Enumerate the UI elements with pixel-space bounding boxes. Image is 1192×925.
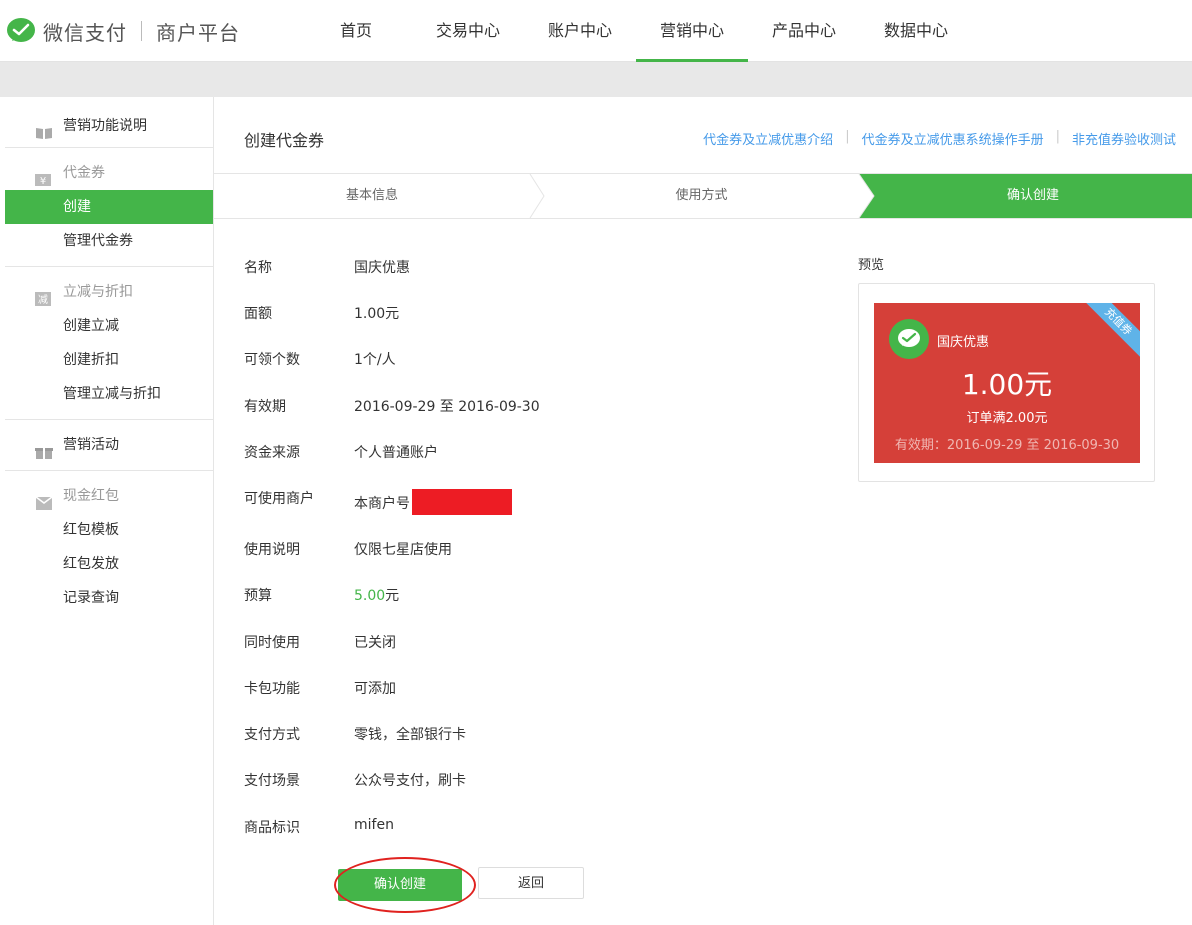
sidebar-item-manage-voucher[interactable]: 管理代金券 — [5, 224, 213, 258]
recharge-ribbon: 充值券 — [1076, 303, 1140, 364]
field-card-package: 卡包功能 可添加 — [244, 681, 396, 697]
field-instructions: 使用说明 仅限七星店使用 — [244, 542, 452, 558]
nav-home[interactable]: 首页 — [300, 0, 412, 62]
sidebar-item-label: 营销活动 — [63, 437, 119, 453]
main-header: 创建代金券 代金券及立减优惠介绍 | 代金券及立减优惠系统操作手册 | 非充值券… — [214, 97, 1192, 173]
link-operation-manual[interactable]: 代金券及立减优惠系统操作手册 — [862, 129, 1044, 148]
sidebar-item-create-reduction[interactable]: 创建立减 — [5, 309, 213, 343]
field-payment-scene: 支付场景 公众号支付，刷卡 — [244, 773, 466, 789]
sidebar-marketing-intro[interactable]: 营销功能说明 — [5, 109, 213, 143]
field-combine-use: 同时使用 已关闭 — [244, 635, 396, 651]
wechat-pay-icon — [898, 329, 920, 347]
sidebar-section-discount: 减 立减与折扣 — [5, 275, 213, 309]
coupon-condition: 订单满2.00元 — [966, 411, 1048, 426]
link-voucher-intro[interactable]: 代金券及立减优惠介绍 — [703, 129, 833, 148]
annotation-circle — [334, 857, 476, 913]
sidebar-section-red-packet: 现金红包 — [5, 479, 213, 513]
nav-marketing-center[interactable]: 营销中心 — [636, 0, 748, 62]
logo-divider — [141, 21, 142, 41]
step-indicator: 基本信息 使用方式 确认创建 — [214, 173, 1192, 219]
merchant-avatar — [889, 319, 929, 359]
help-links: 代金券及立减优惠介绍 | 代金券及立减优惠系统操作手册 | 非充值券验收测试 — [703, 129, 1176, 148]
sidebar-section-title: 现金红包 — [63, 488, 119, 504]
field-budget: 预算 5.00元 — [244, 588, 400, 604]
step-basic-info: 基本信息 — [345, 188, 398, 203]
redacted-merchant-id — [412, 489, 512, 515]
nav-data-center[interactable]: 数据中心 — [860, 0, 972, 62]
nav-account-center[interactable]: 账户中心 — [524, 0, 636, 62]
link-acceptance-test[interactable]: 非充值券验收测试 — [1072, 129, 1176, 148]
sidebar-item-packet-send[interactable]: 红包发放 — [5, 547, 213, 581]
coupon-preview: 充值券 国庆优惠 1.00元 订单满2.00元 有效期：2016-09-29 至… — [874, 303, 1140, 463]
coupon-amount: 1.00元 — [961, 368, 1053, 401]
preview-title: 预览 — [858, 258, 885, 273]
sidebar-item-create-discount[interactable]: 创建折扣 — [5, 343, 213, 377]
logo-text: 微信支付 — [43, 20, 127, 45]
book-icon — [35, 119, 53, 139]
nav-product-center[interactable]: 产品中心 — [748, 0, 860, 62]
sidebar-item-packet-template[interactable]: 红包模板 — [5, 513, 213, 547]
back-button[interactable]: 返回 — [478, 867, 584, 899]
main-nav: 首页 交易中心 账户中心 营销中心 产品中心 数据中心 — [300, 0, 972, 62]
header-band — [0, 62, 1192, 97]
svg-text:减: 减 — [38, 294, 48, 306]
sidebar-section-title: 立减与折扣 — [63, 284, 133, 300]
preview-box: 充值券 国庆优惠 1.00元 订单满2.00元 有效期：2016-09-29 至… — [858, 283, 1155, 482]
step-usage: 使用方式 — [675, 188, 728, 203]
field-claim-limit: 可领个数 1个/人 — [244, 352, 396, 368]
logo[interactable]: 微信支付 商户平台 — [6, 16, 240, 46]
field-name: 名称 国庆优惠 — [244, 260, 410, 276]
field-payment-method: 支付方式 零钱，全部银行卡 — [244, 727, 466, 743]
sidebar-section-voucher: ¥ 代金券 — [5, 156, 213, 190]
field-merchant: 可使用商户 本商户号 — [244, 488, 512, 517]
sidebar: 营销功能说明 ¥ 代金券 创建 管理代金券 减 立减与折扣 创建立减 创建折扣 … — [5, 97, 214, 925]
sidebar-item-create-voucher[interactable]: 创建 — [5, 190, 213, 224]
sidebar-marketing-activity[interactable]: 营销活动 — [5, 428, 213, 462]
sidebar-item-records[interactable]: 记录查询 — [5, 581, 213, 615]
sidebar-item-label: 营销功能说明 — [63, 118, 147, 134]
page-title: 创建代金券 — [244, 131, 325, 150]
discount-icon: 减 — [35, 285, 53, 306]
sidebar-item-manage-discount[interactable]: 管理立减与折扣 — [5, 377, 213, 411]
field-fund-source: 资金来源 个人普通账户 — [244, 445, 438, 461]
red-packet-icon — [35, 489, 53, 510]
step-confirm: 确认创建 — [1006, 188, 1059, 203]
nav-trade-center[interactable]: 交易中心 — [412, 0, 524, 62]
sidebar-section-title: 代金券 — [63, 165, 105, 181]
yen-icon: ¥ — [35, 166, 53, 187]
gift-icon — [35, 438, 53, 459]
field-product-tag: 商品标识 mifen — [244, 817, 394, 836]
field-validity: 有效期 2016-09-29 至 2016-09-30 — [244, 399, 540, 415]
link-divider: | — [845, 129, 850, 144]
main-panel: 创建代金券 代金券及立减优惠介绍 | 代金券及立减优惠系统操作手册 | 非充值券… — [214, 97, 1192, 925]
top-nav-bar: 微信支付 商户平台 首页 交易中心 账户中心 营销中心 产品中心 数据中心 — [0, 0, 1192, 62]
wechat-pay-logo-icon — [6, 17, 36, 45]
coupon-name: 国庆优惠 — [937, 335, 990, 350]
link-divider: | — [1055, 129, 1060, 144]
logo-subtitle: 商户平台 — [156, 20, 240, 45]
svg-text:¥: ¥ — [40, 176, 46, 187]
field-face-value: 面额 1.00元 — [244, 306, 400, 322]
coupon-validity: 有效期：2016-09-29 至 2016-09-30 — [894, 438, 1120, 453]
